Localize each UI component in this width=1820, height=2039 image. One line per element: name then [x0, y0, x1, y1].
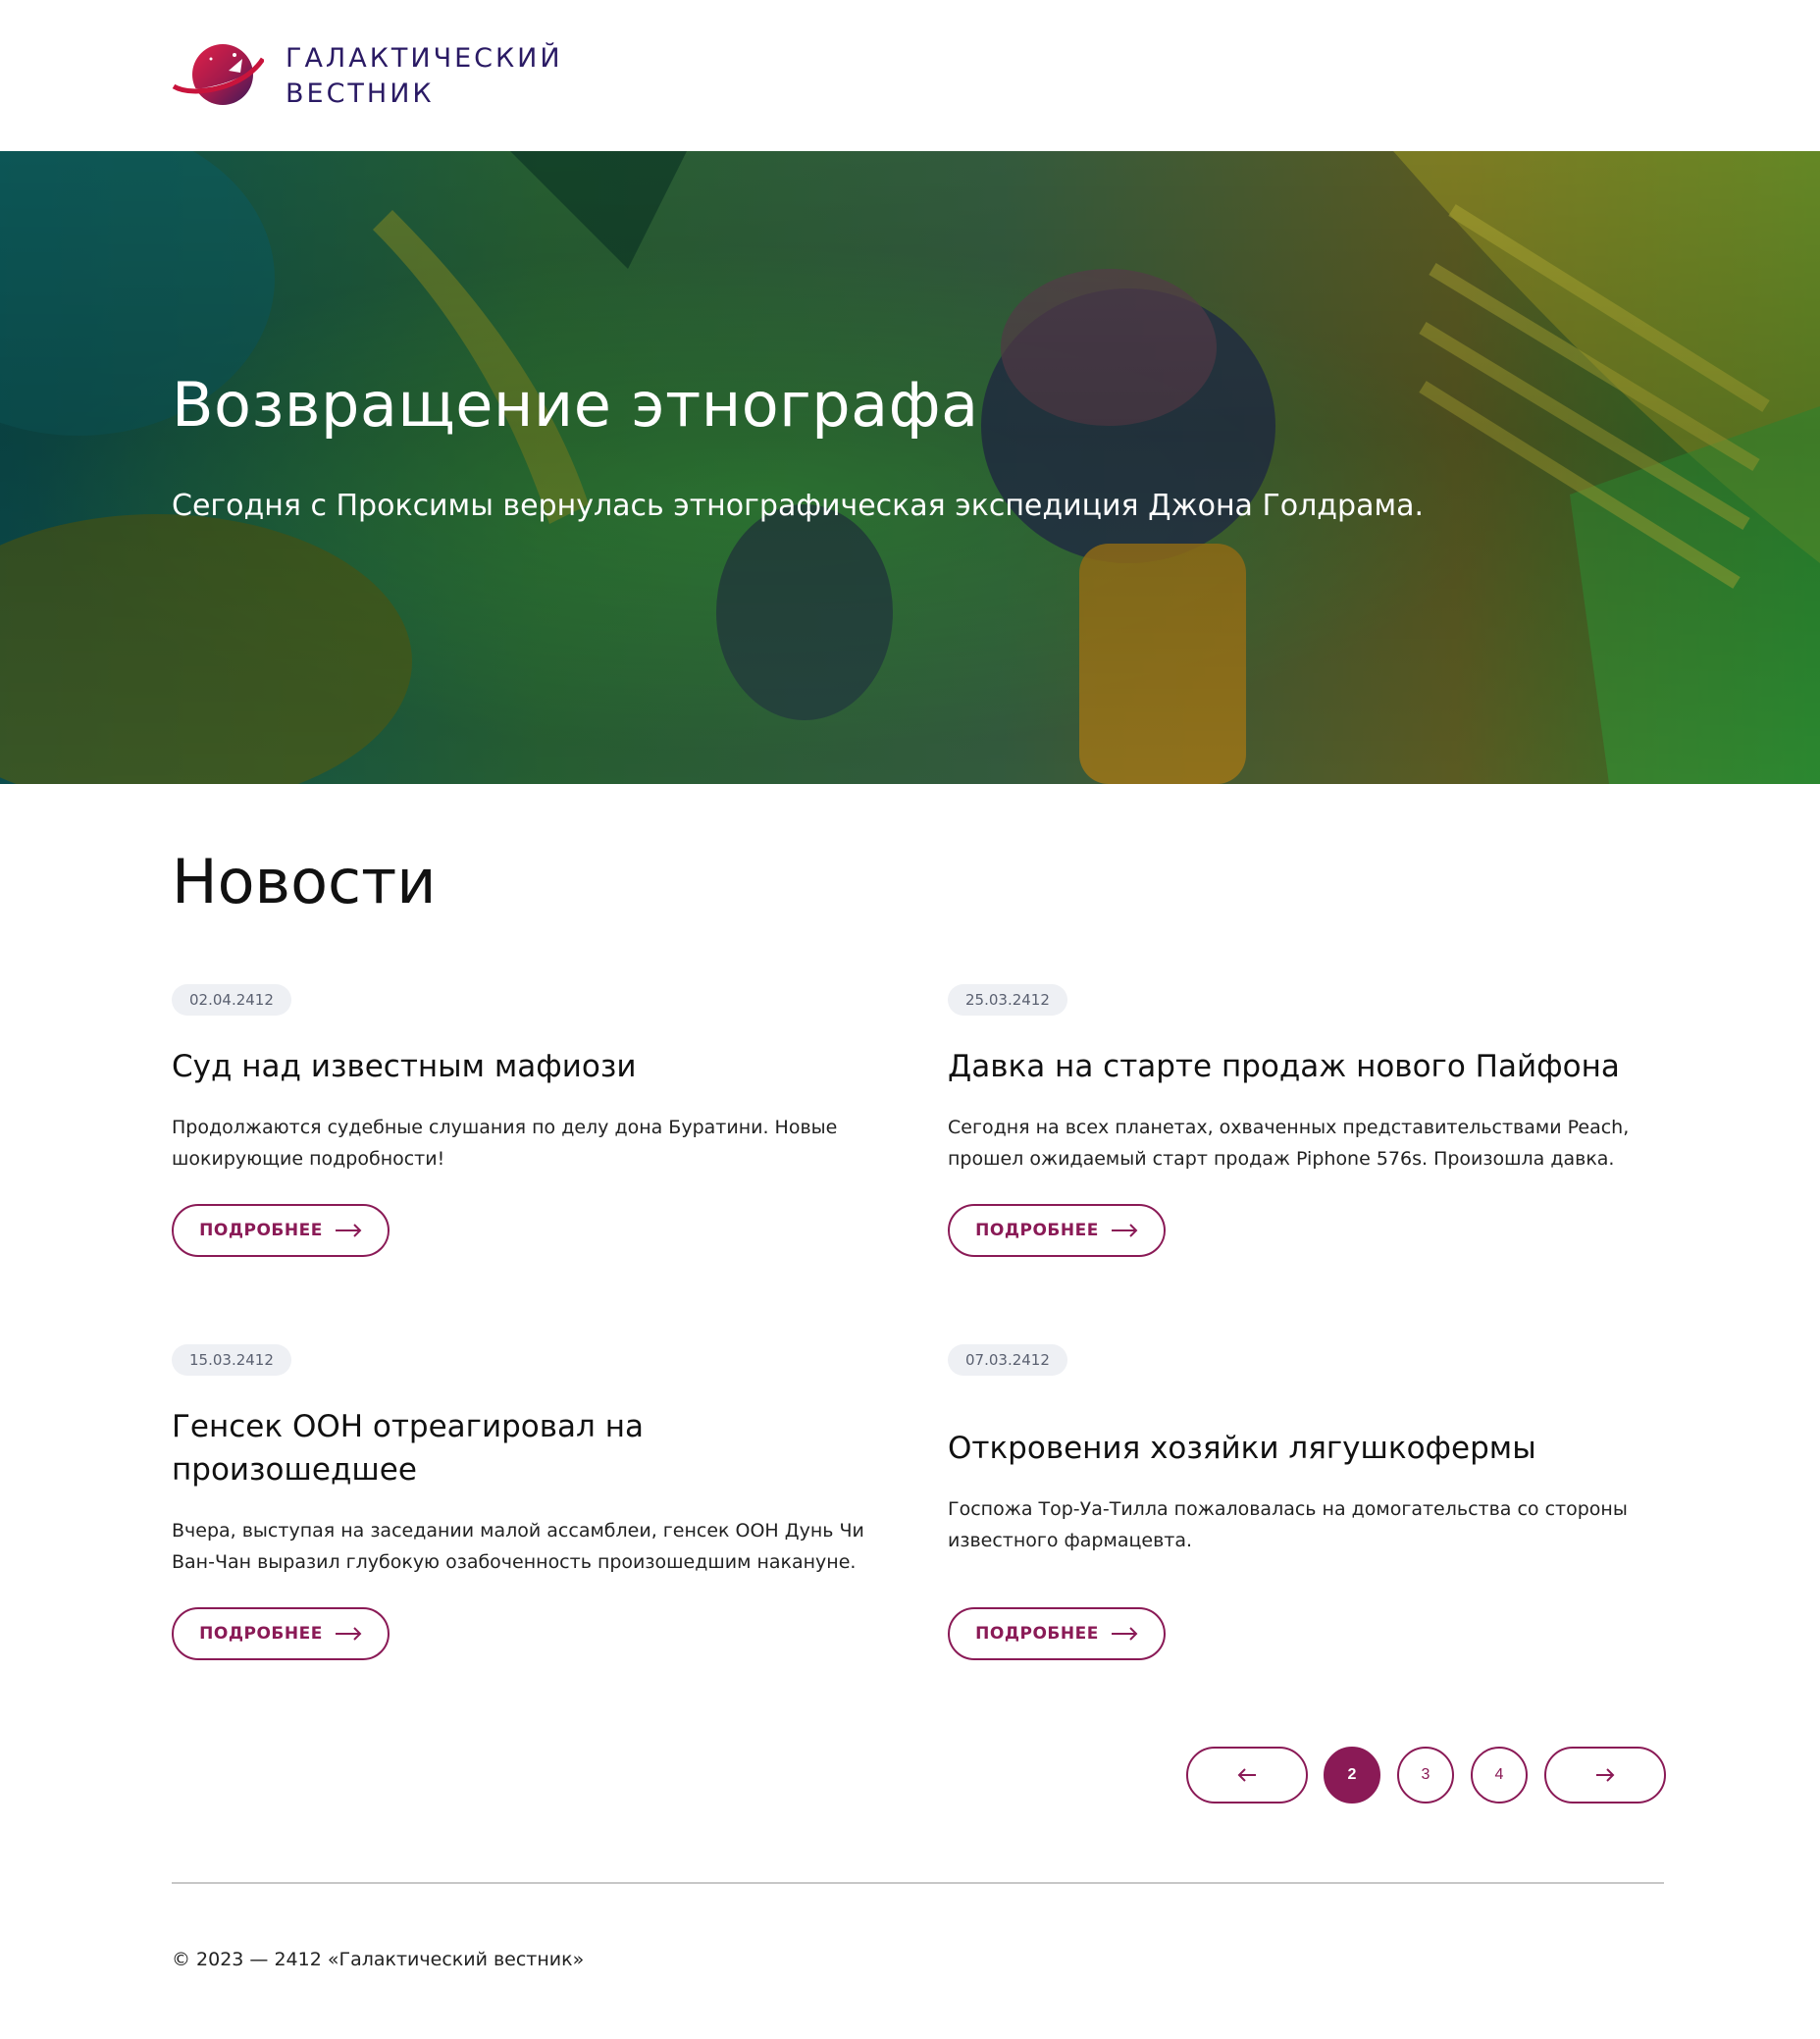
- hero-title: Возвращение этнографа: [172, 369, 979, 441]
- news-excerpt: Продолжаются судебные слушания по делу д…: [172, 1112, 898, 1175]
- news-title-line: Генсек ООН отреагировал на: [172, 1409, 644, 1444]
- site-logo[interactable]: Галактический вестник: [172, 41, 580, 112]
- arrow-right-icon: [335, 1627, 362, 1641]
- read-more-label: ПОДРОБНЕЕ: [975, 1624, 1099, 1644]
- excerpt-line: прошел ожидаемый старт продаж Piphone 57…: [948, 1148, 1615, 1170]
- arrow-right-icon: [1111, 1224, 1138, 1237]
- planet-rocket-icon: [172, 44, 264, 105]
- footer-copyright: © 2023 — 2412 «Галактический вестник»: [172, 1949, 585, 1970]
- read-more-button[interactable]: ПОДРОБНЕЕ: [172, 1607, 390, 1660]
- logo-title: Галактический вестник: [286, 41, 580, 112]
- excerpt-line: Ван-Чан выразил глубокую озабоченность п…: [172, 1551, 857, 1573]
- excerpt-line: Госпожа Тор-Уа-Тилла пожаловалась на дом…: [948, 1498, 1628, 1520]
- arrow-right-icon: [1111, 1627, 1138, 1641]
- read-more-button[interactable]: ПОДРОБНЕЕ: [948, 1607, 1166, 1660]
- next-page-button[interactable]: [1544, 1747, 1666, 1804]
- news-title[interactable]: Генсек ООН отреагировал на произошедшее: [172, 1405, 898, 1491]
- excerpt-line: Сегодня на всех планетах, охваченных пре…: [948, 1117, 1630, 1138]
- prev-page-button[interactable]: [1186, 1747, 1308, 1804]
- news-card: 15.03.2412 Генсек ООН отреагировал на пр…: [172, 1344, 898, 1660]
- read-more-label: ПОДРОБНЕЕ: [975, 1221, 1099, 1240]
- page-button-current[interactable]: 2: [1324, 1747, 1380, 1804]
- pagination: 2 3 4: [1186, 1747, 1666, 1804]
- date-badge: 02.04.2412: [172, 984, 291, 1016]
- page-button[interactable]: 3: [1397, 1747, 1454, 1804]
- excerpt-line: шокирующие подробности!: [172, 1148, 445, 1170]
- read-more-label: ПОДРОБНЕЕ: [199, 1624, 323, 1644]
- arrow-right-icon: [335, 1224, 362, 1237]
- news-card: 25.03.2412 Давка на старте продаж нового…: [948, 984, 1674, 1257]
- arrow-left-icon: [1237, 1768, 1256, 1782]
- news-excerpt: Сегодня на всех планетах, охваченных пре…: [948, 1112, 1674, 1175]
- news-title[interactable]: Суд над известным мафиози: [172, 1045, 898, 1088]
- date-badge: 15.03.2412: [172, 1344, 291, 1376]
- news-title[interactable]: Откровения хозяйки лягушкофермы: [948, 1427, 1674, 1470]
- news-card: 07.03.2412 Откровения хозяйки лягушкофер…: [948, 1344, 1674, 1660]
- hero-overlay: [0, 151, 1820, 784]
- news-section-title: Новости: [172, 846, 437, 917]
- read-more-button[interactable]: ПОДРОБНЕЕ: [172, 1204, 390, 1257]
- news-card: 02.04.2412 Суд над известным мафиози Про…: [172, 984, 898, 1257]
- footer-divider: [172, 1882, 1664, 1884]
- site-header: Галактический вестник: [0, 0, 1820, 151]
- hero-subtitle: Сегодня с Проксимы вернулась этнографиче…: [172, 489, 1425, 523]
- arrow-right-icon: [1596, 1768, 1615, 1782]
- page-button[interactable]: 4: [1471, 1747, 1528, 1804]
- date-badge: 07.03.2412: [948, 1344, 1067, 1376]
- excerpt-line: Продолжаются судебные слушания по делу д…: [172, 1117, 838, 1138]
- excerpt-line: Вчера, выступая на заседании малой ассам…: [172, 1520, 864, 1542]
- hero-banner[interactable]: Возвращение этнографа Сегодня с Проксимы…: [0, 151, 1820, 784]
- excerpt-line: известного фармацевта.: [948, 1530, 1193, 1551]
- logo-line-2: вестник: [286, 78, 435, 109]
- read-more-button[interactable]: ПОДРОБНЕЕ: [948, 1204, 1166, 1257]
- date-badge: 25.03.2412: [948, 984, 1067, 1016]
- news-excerpt: Госпожа Тор-Уа-Тилла пожаловалась на дом…: [948, 1493, 1674, 1556]
- news-title[interactable]: Давка на старте продаж нового Пайфона: [948, 1045, 1674, 1088]
- news-title-line: произошедшее: [172, 1452, 417, 1488]
- news-excerpt: Вчера, выступая на заседании малой ассам…: [172, 1515, 898, 1578]
- read-more-label: ПОДРОБНЕЕ: [199, 1221, 323, 1240]
- logo-line-1: Галактический: [286, 43, 563, 74]
